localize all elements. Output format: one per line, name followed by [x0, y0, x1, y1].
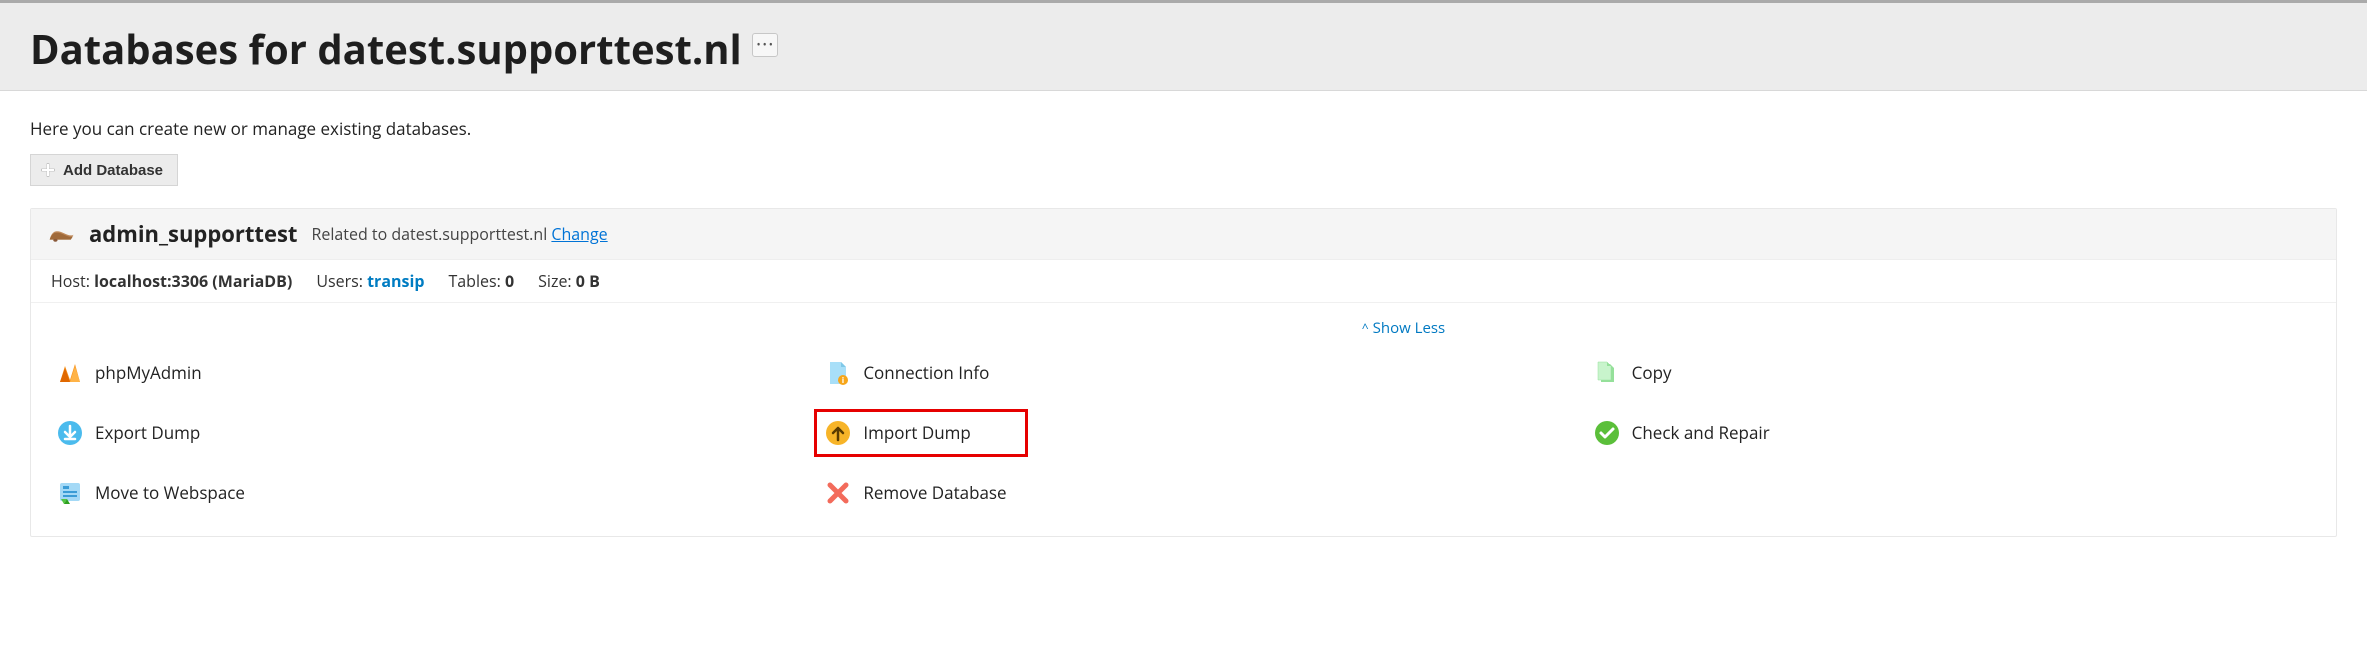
page-menu-button[interactable]: ••• [752, 33, 778, 57]
size-meta: Size: 0 B [538, 270, 600, 292]
database-icon [47, 224, 75, 244]
move-icon [57, 480, 83, 506]
show-less-toggle[interactable]: ^ Show Less [1362, 318, 1445, 338]
intro-text: Here you can create new or manage existi… [0, 91, 2367, 140]
action-label: Copy [1632, 361, 1672, 384]
chevron-up-icon: ^ [1362, 319, 1369, 336]
database-name: admin_supporttest [89, 219, 297, 249]
users-meta: Users: transip [316, 270, 424, 292]
copy-icon [1594, 360, 1620, 386]
action-label: Move to Webspace [95, 481, 245, 504]
users-link[interactable]: transip [367, 270, 424, 292]
check-repair-action[interactable]: Check and Repair [1588, 414, 2316, 452]
action-label: phpMyAdmin [95, 361, 202, 384]
action-label: Export Dump [95, 421, 200, 444]
database-related: Related to datest.supporttest.nl Change [311, 223, 607, 245]
export-dump-action[interactable]: Export Dump [51, 414, 779, 452]
add-database-label: Add Database [63, 162, 163, 179]
file-info-icon: i [825, 360, 851, 386]
import-dump-action[interactable]: Import Dump [819, 414, 1023, 452]
add-database-button[interactable]: Add Database [30, 154, 178, 186]
page-title: Databases for datest.supporttest.nl [30, 21, 742, 76]
action-label: Connection Info [863, 361, 989, 384]
change-link[interactable]: Change [551, 223, 607, 245]
copy-action[interactable]: Copy [1588, 356, 2316, 390]
svg-text:i: i [842, 375, 844, 386]
action-label: Check and Repair [1632, 421, 1770, 444]
download-icon [57, 420, 83, 446]
action-label: Remove Database [863, 481, 1006, 504]
connection-info-action[interactable]: i Connection Info [819, 356, 1547, 390]
phpmyadmin-action[interactable]: phpMyAdmin [51, 356, 779, 390]
action-label: Import Dump [863, 421, 970, 444]
phpmyadmin-icon [57, 360, 83, 386]
remove-icon [825, 480, 851, 506]
upload-icon [825, 420, 851, 446]
tables-meta: Tables: 0 [448, 270, 514, 292]
move-webspace-action[interactable]: Move to Webspace [51, 476, 779, 510]
remove-database-action[interactable]: Remove Database [819, 476, 1547, 510]
check-icon [1594, 420, 1620, 446]
plus-icon [39, 161, 57, 179]
host-meta: Host: localhost:3306 (MariaDB) [51, 270, 292, 292]
